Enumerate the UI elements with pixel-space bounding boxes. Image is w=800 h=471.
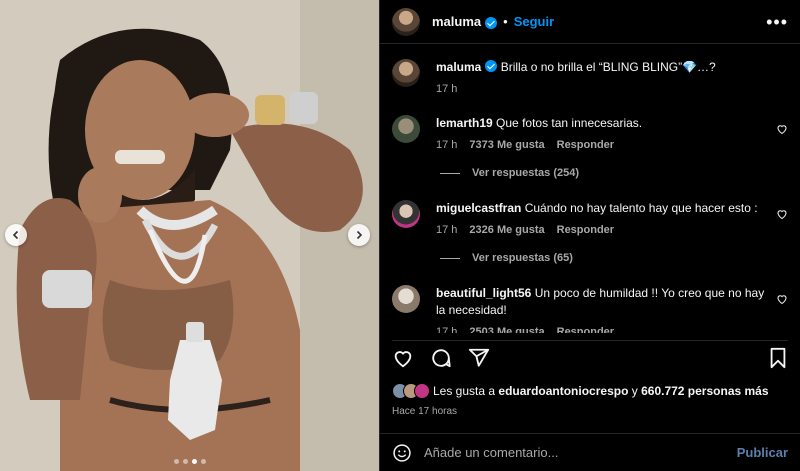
reply-button[interactable]: Responder [557, 324, 614, 333]
comment-username[interactable]: beautiful_light56 [436, 286, 531, 300]
comment-item: miguelcastfran Cuándo no hay talento hay… [392, 200, 788, 239]
comment-likes[interactable]: 2326 Me gusta [469, 222, 544, 239]
carousel-prev-button[interactable] [5, 224, 27, 246]
caption-item: maluma Brilla o no brilla el “BLING BLIN… [392, 59, 788, 98]
chevron-left-icon [12, 230, 19, 240]
post-header: maluma • Seguir ••• [380, 0, 800, 44]
save-icon [770, 347, 786, 368]
comment-username[interactable]: lemarth19 [436, 116, 493, 130]
caption-text: Brilla o no brilla el “BLING BLING”💎…? [500, 60, 716, 74]
heart-icon[interactable] [776, 123, 788, 135]
comment-avatar[interactable] [392, 285, 420, 313]
verified-icon [485, 60, 498, 72]
comment-likes[interactable]: 2503 Me gusta [469, 324, 544, 333]
share-button[interactable] [468, 347, 490, 369]
comment-likes[interactable]: 7373 Me gusta [469, 137, 544, 154]
emoji-icon[interactable] [392, 443, 412, 463]
comment-item: lemarth19 Que fotos tan innecesarias. 17… [392, 115, 788, 154]
share-icon [468, 348, 490, 367]
comment-time: 17 h [436, 139, 458, 151]
comment-icon [432, 348, 451, 367]
caption-time: 17 h [436, 83, 458, 95]
comment-input[interactable] [424, 445, 737, 460]
comment-username[interactable]: miguelcastfran [436, 201, 521, 215]
publish-button[interactable]: Publicar [737, 445, 788, 460]
save-button[interactable] [768, 347, 788, 369]
heart-icon [394, 350, 412, 367]
comment-button[interactable] [430, 347, 452, 369]
likes-connector: y [631, 384, 638, 398]
heart-icon[interactable] [776, 208, 788, 220]
chevron-right-icon [356, 230, 363, 240]
verified-icon [485, 16, 498, 29]
comment-time: 17 h [436, 326, 458, 333]
post-media[interactable] [0, 0, 379, 471]
liker-avatar [414, 383, 430, 399]
carousel-dot [200, 459, 206, 464]
more-icon[interactable]: ••• [766, 13, 788, 31]
likes-count[interactable]: 660.772 personas más [641, 384, 768, 398]
author-username[interactable]: maluma [432, 14, 481, 29]
likes-user[interactable]: eduardoantoniocrespo [498, 384, 628, 398]
likes-summary[interactable]: Les gusta a eduardoantoniocrespo y 660.7… [392, 383, 769, 399]
view-replies-button[interactable]: Ver respuestas (254) [440, 167, 579, 179]
replies-line [440, 257, 460, 259]
view-replies-label: Ver respuestas (65) [472, 252, 573, 264]
carousel-dot-active [191, 459, 197, 464]
liker-avatars [392, 383, 430, 399]
carousel-dot [173, 459, 179, 464]
reply-button[interactable]: Responder [557, 222, 614, 239]
view-replies-button[interactable]: Ver respuestas (65) [440, 252, 573, 264]
reply-button[interactable]: Responder [557, 137, 614, 154]
comment-item: beautiful_light56 Un poco de humildad !!… [392, 285, 788, 333]
carousel-next-button[interactable] [348, 224, 370, 246]
comments-list[interactable]: maluma Brilla o no brilla el “BLING BLIN… [380, 45, 800, 333]
like-button[interactable] [392, 347, 414, 369]
comment-text: Cuándo no hay talento hay que hacer esto… [524, 201, 758, 215]
post-details-panel: maluma • Seguir ••• maluma Brilla o no b… [379, 0, 800, 471]
comment-avatar[interactable] [392, 200, 420, 228]
replies-line [440, 172, 460, 174]
follow-button[interactable]: Seguir [514, 14, 554, 29]
caption-avatar[interactable] [392, 59, 420, 87]
likes-prefix: Les gusta a [433, 384, 496, 398]
post-actions [392, 340, 788, 374]
view-replies-label: Ver respuestas (254) [472, 167, 580, 179]
author-avatar[interactable] [392, 7, 420, 36]
comment-avatar[interactable] [392, 115, 420, 143]
post-age: Hace 17 horas [392, 406, 458, 417]
comment-text: Que fotos tan innecesarias. [496, 116, 643, 130]
comment-time: 17 h [436, 224, 458, 236]
add-comment-bar: Publicar [380, 433, 800, 471]
carousel-indicator [0, 459, 379, 464]
caption-username[interactable]: maluma [436, 60, 481, 74]
carousel-dot [182, 459, 188, 464]
heart-icon[interactable] [776, 293, 788, 305]
header-separator: • [503, 14, 508, 29]
post-photo [0, 0, 379, 471]
